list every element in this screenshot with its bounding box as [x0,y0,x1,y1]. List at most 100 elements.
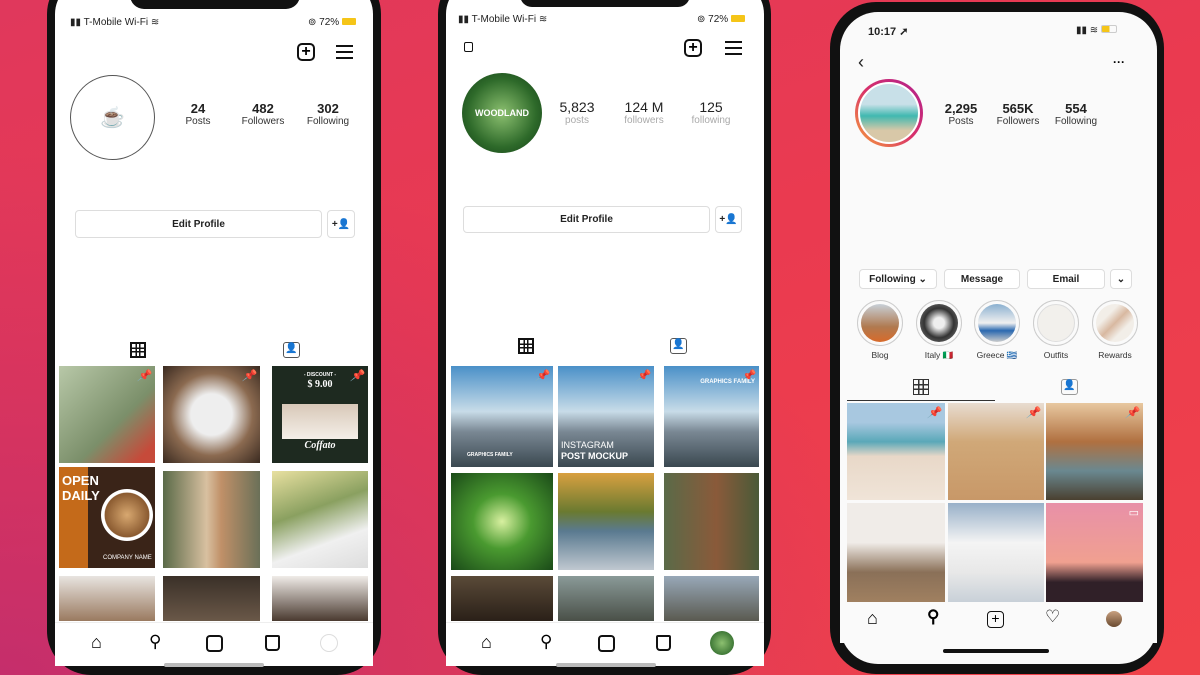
post-tile[interactable] [847,503,945,602]
highlight-label: Greece 🇬🇷 [976,350,1018,360]
post-tile[interactable]: OPEN DAILY COMPANY NAME [59,467,155,568]
pin-icon: 📌 [137,370,151,382]
stat-following[interactable]: 302 Following [307,101,368,127]
home-icon[interactable]: ⌂ [91,632,102,653]
tagged-tab-icon[interactable]: 👤 [670,338,687,354]
post-tile[interactable]: 📌 [163,366,260,463]
signal-icon: ▮▮ [1076,25,1088,36]
post-tile[interactable] [59,576,155,621]
tile-text: OPEN [62,473,99,488]
activity-heart-icon[interactable]: ♡ [1045,607,1060,627]
add-person-button[interactable]: +👤 [715,206,742,233]
post-tile[interactable]: GRAPHICS FAMILY 📌 [664,366,759,467]
story-highlight-greece[interactable] [974,300,1020,346]
post-tile[interactable] [163,471,260,568]
profile-nav-icon[interactable] [320,634,338,652]
post-tile[interactable]: 📌 [948,403,1044,500]
grid-tab-icon[interactable] [913,379,929,395]
avatar[interactable] [855,79,923,147]
post-tile[interactable] [664,473,759,570]
carrier-label: T-Mobile Wi-Fi [471,14,537,25]
post-tile[interactable]: 📌 [847,403,945,500]
story-highlight-blog[interactable] [857,300,903,346]
battery-label: 72% [708,14,729,25]
add-person-button[interactable]: +👤 [327,210,355,238]
highlight-label: Blog [871,350,889,360]
email-button[interactable]: Email [1027,269,1105,289]
story-highlight-outfits[interactable] [1033,300,1079,346]
pin-icon: 📌 [927,407,941,419]
stat-value: 125 [699,99,723,115]
wifi-icon: ≋ [1089,25,1099,36]
battery-icon [730,15,745,22]
status-carrier: ▮▮ T-Mobile Wi-Fi ≋ [70,17,160,28]
pin-icon: 📌 [636,370,650,382]
edit-profile-button[interactable]: Edit Profile [463,206,710,233]
status-time: 10:17 ➚ [868,25,908,38]
back-icon[interactable]: ‹ [858,52,864,73]
new-post-icon[interactable]: + [297,43,315,61]
post-tile[interactable] [451,473,553,570]
tagged-tab-icon[interactable]: 👤 [283,342,300,358]
tile-text: GRAPHICS FAMILY [467,452,513,458]
menu-icon[interactable] [725,41,742,55]
more-options-icon[interactable]: ··· [1113,55,1125,69]
post-tile[interactable] [451,576,553,621]
suggestions-dropdown-button[interactable]: ⌄ [1110,269,1132,289]
post-tile[interactable]: 📌 [59,366,155,463]
home-indicator [164,663,264,667]
tagged-tab-icon[interactable]: 👤 [1061,379,1078,395]
shop-icon[interactable] [656,635,671,651]
search-icon[interactable]: ⚲ [149,632,161,652]
home-icon[interactable]: ⌂ [867,608,878,629]
wifi-icon: ≋ [150,17,160,28]
post-tile[interactable] [163,576,260,621]
shop-icon[interactable] [265,635,280,651]
avatar[interactable]: WOODLAND [462,73,542,153]
message-button[interactable]: Message [944,269,1020,289]
pin-icon: 📌 [350,370,364,382]
story-highlight-italy[interactable] [916,300,962,346]
post-tile[interactable] [558,473,654,570]
stat-following[interactable]: 125 following [692,99,751,126]
video-icon: ▭ [1128,507,1139,519]
tile-text: INSTAGRAM [561,440,614,450]
search-icon[interactable]: ⚲ [540,632,552,652]
post-tile[interactable] [272,576,368,621]
stat-value: 302 [317,101,339,116]
pin-icon: 📌 [741,370,755,382]
menu-icon[interactable] [336,45,353,59]
new-post-icon[interactable]: + [987,611,1004,628]
following-button[interactable]: Following ⌄ [859,269,937,289]
profile-nav-icon[interactable] [710,631,734,655]
post-tile[interactable] [558,576,654,621]
post-tile[interactable]: ▭ [1046,503,1143,602]
status-battery: ⊚ 72% [697,14,745,25]
post-tile[interactable] [664,576,759,621]
post-tile[interactable]: - DISCOUNT - $ 9.00 Coffato 📌 [272,366,368,463]
post-tile[interactable]: 📌 [1046,403,1143,500]
post-tile[interactable]: GRAPHICS FAMILY 📌 [451,366,553,467]
grid-tab-icon[interactable] [518,338,534,354]
post-tile[interactable] [948,503,1044,602]
grid-tab-icon[interactable] [130,342,146,358]
reels-icon[interactable] [598,635,615,652]
status-carrier: ▮▮ T-Mobile Wi-Fi ≋ [458,14,548,25]
home-icon[interactable]: ⌂ [481,632,492,653]
highlight-label: Outfits [1043,350,1069,360]
avatar[interactable]: ☕ [70,75,155,160]
new-post-icon[interactable]: + [684,39,702,57]
battery-icon [1100,25,1117,33]
search-icon[interactable]: ⚲ [927,607,939,627]
edit-profile-button[interactable]: Edit Profile [75,210,322,238]
story-highlight-rewards[interactable] [1092,300,1138,346]
reels-icon[interactable] [206,635,223,652]
add-person-icon: +👤 [331,218,351,230]
stat-label: following [691,115,731,126]
post-tile[interactable] [272,471,368,568]
post-tile[interactable]: INSTAGRAM POST MOCKUP 📌 [558,366,654,467]
profile-nav-icon[interactable] [1106,611,1122,627]
status-icons: ▮▮ ≋ [1076,25,1117,36]
stat-following[interactable]: 554 Following [1055,101,1116,127]
avatar-logo-text: WOODLAND [475,108,529,118]
